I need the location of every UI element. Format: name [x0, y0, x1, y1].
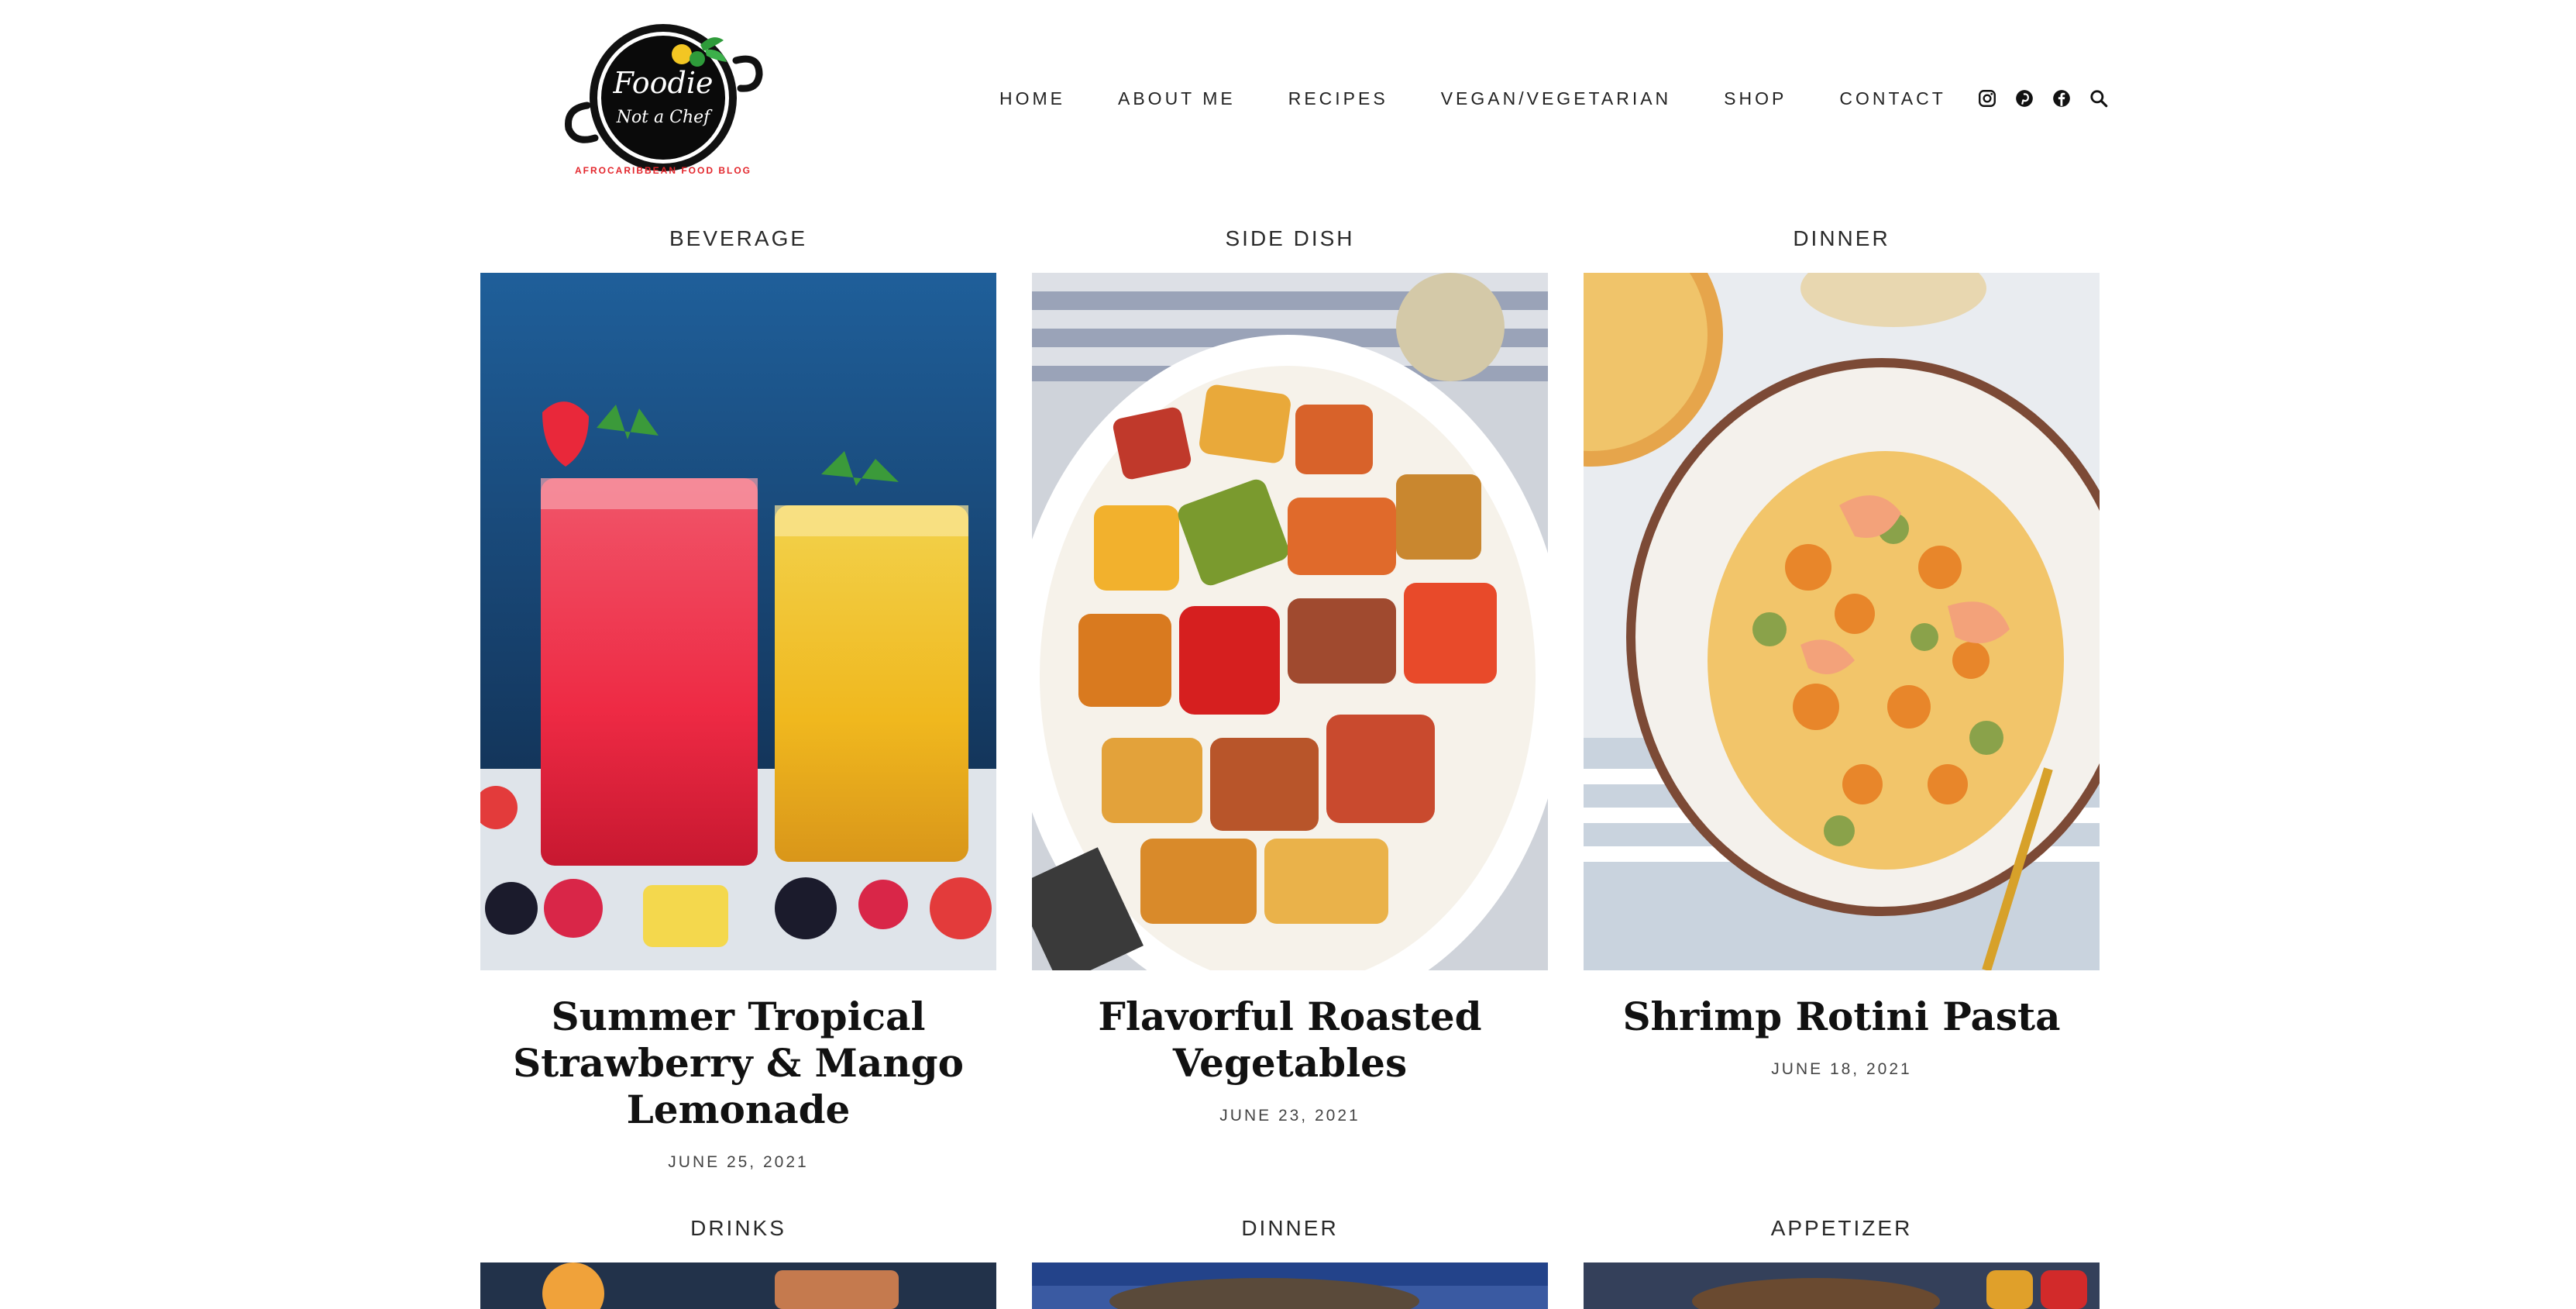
post-category[interactable]: DINNER: [1584, 223, 2100, 254]
post-category[interactable]: APPETIZER: [1584, 1213, 2100, 1244]
main-nav: HOME ABOUT ME RECIPES VEGAN/VEGETARIAN S…: [999, 84, 1999, 113]
site-logo[interactable]: Foodie Not a Chef AFROCARIBBEAN FOOD BLO…: [564, 14, 765, 181]
nav-home[interactable]: HOME: [999, 88, 1065, 109]
logo-tagline: AFROCARIBBEAN FOOD BLOG: [575, 165, 751, 176]
post-category[interactable]: BEVERAGE: [480, 223, 996, 254]
post-image-appetizer[interactable]: [1584, 1262, 2100, 1309]
nav-shop[interactable]: SHOP: [1724, 88, 1787, 109]
nav-vegan-vegetarian[interactable]: VEGAN/VEGETARIAN: [1441, 88, 1671, 109]
post-date: JUNE 25, 2021: [668, 1153, 809, 1171]
post-title[interactable]: Shrimp Rotini Pasta: [1599, 994, 2084, 1040]
post-category[interactable]: SIDE DISH: [1032, 223, 1548, 254]
pinterest-icon[interactable]: [2014, 88, 2034, 109]
post-title[interactable]: Flavorful Roasted Vegetables: [1047, 994, 1532, 1087]
post-card: APPETIZER: [1584, 1213, 2100, 1309]
logo-text-not-a-chef: Not a Chef: [616, 108, 713, 127]
nav-about-me[interactable]: ABOUT ME: [1118, 88, 1236, 109]
post-date: JUNE 18, 2021: [1771, 1060, 1912, 1078]
nav-recipes[interactable]: RECIPES: [1288, 88, 1388, 109]
post-card: DINNER: [1032, 1213, 1548, 1309]
social-links: [1977, 85, 2109, 112]
post-card: SIDE DISH Flavorful Roasted Vegetables J…: [1032, 223, 1548, 1125]
search-icon[interactable]: [2089, 88, 2109, 109]
facebook-icon[interactable]: [2052, 88, 2072, 109]
post-title[interactable]: Summer Tropical Strawberry & Mango Lemon…: [496, 994, 981, 1133]
post-category[interactable]: DRINKS: [480, 1213, 996, 1244]
post-card: BEVERAGE Summer Tropical Strawberry & Ma…: [480, 223, 996, 1172]
post-image-drinks[interactable]: [480, 1262, 996, 1309]
nav-contact[interactable]: CONTACT: [1839, 88, 1945, 109]
post-card: DRINKS: [480, 1213, 996, 1309]
post-image-lemonade[interactable]: [480, 273, 996, 970]
logo-text-foodie: Foodie: [612, 66, 713, 100]
post-date: JUNE 23, 2021: [1219, 1107, 1360, 1125]
post-image-shrimp-pasta[interactable]: [1584, 273, 2100, 970]
post-image-dinner[interactable]: [1032, 1262, 1548, 1309]
instagram-icon[interactable]: [1977, 88, 1997, 109]
post-category[interactable]: DINNER: [1032, 1213, 1548, 1244]
post-image-roasted-vegetables[interactable]: [1032, 273, 1548, 970]
post-card: DINNER: [1584, 223, 2100, 1079]
